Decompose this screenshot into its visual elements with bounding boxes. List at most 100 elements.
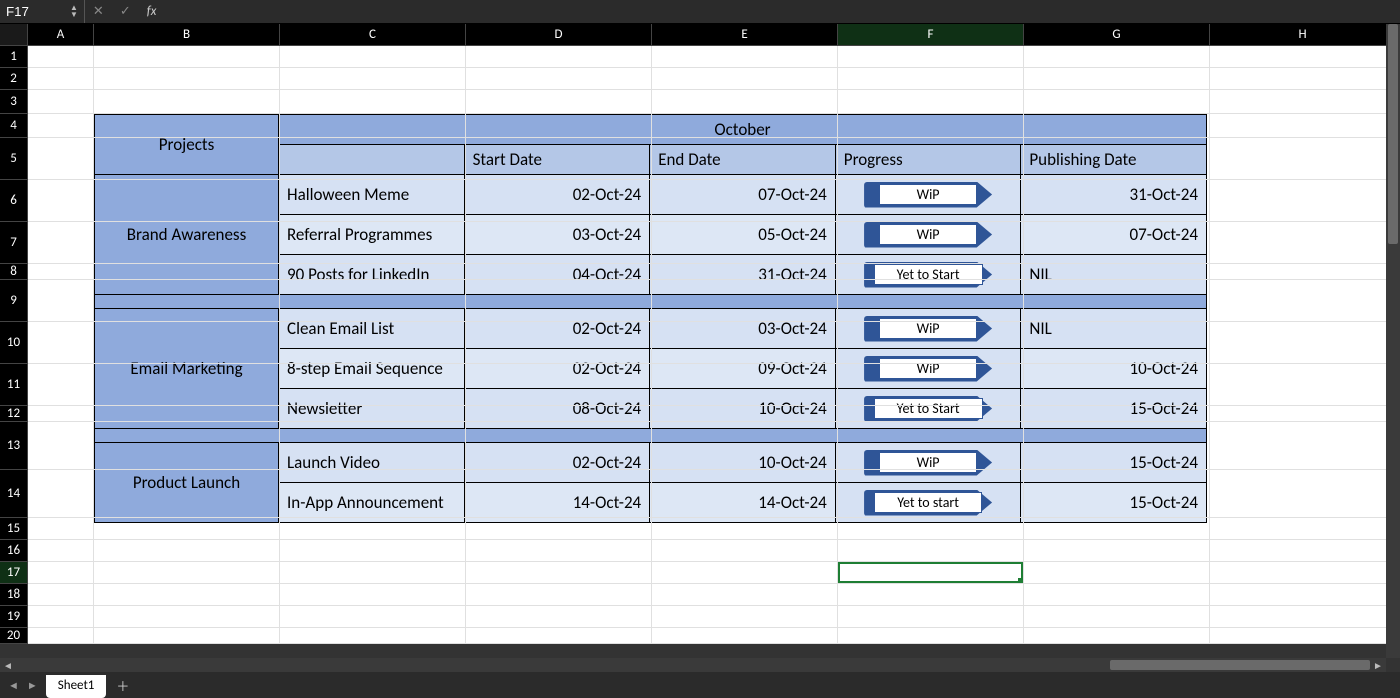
task-cell[interactable]: Halloween Meme <box>279 175 465 215</box>
publish-cell[interactable]: NIL <box>1021 255 1207 295</box>
end-cell[interactable]: 10-Oct-24 <box>650 389 836 429</box>
projects-header[interactable]: Projects <box>95 115 279 175</box>
progress-badge: WiP <box>879 224 977 245</box>
accept-formula-button[interactable]: ✓ <box>112 0 139 23</box>
task-cell[interactable]: 8-step Email Sequence <box>279 349 465 389</box>
progress-cell[interactable]: WiP <box>835 443 1021 483</box>
select-all-corner[interactable] <box>0 24 28 46</box>
row-headers: 1234567891011121314151617181920 <box>0 46 28 644</box>
chevron-left-icon[interactable]: ◄ <box>8 679 19 692</box>
publish-cell[interactable]: 31-Oct-24 <box>1021 175 1207 215</box>
task-header[interactable] <box>279 145 465 175</box>
group-name[interactable]: Brand Awareness <box>95 175 279 295</box>
column-header[interactable]: H <box>1210 24 1396 46</box>
start-cell[interactable]: 02-Oct-24 <box>464 443 650 483</box>
cancel-formula-button[interactable]: ✕ <box>85 0 112 23</box>
task-cell[interactable]: 90 Posts for LinkedIn <box>279 255 465 295</box>
column-header[interactable]: E <box>652 24 838 46</box>
progress-badge: WiP <box>879 358 977 379</box>
publish-cell[interactable]: 15-Oct-24 <box>1021 389 1207 429</box>
cell-selection <box>838 562 1023 583</box>
name-box-spinner[interactable]: ▲ ▼ <box>64 5 84 19</box>
formula-input[interactable] <box>164 0 1400 23</box>
row-header[interactable]: 8 <box>0 264 28 280</box>
row-header[interactable]: 14 <box>0 470 28 518</box>
progress-badge: Yet to start <box>874 492 982 513</box>
progress-header[interactable]: Progress <box>835 145 1021 175</box>
group-name[interactable]: Product Launch <box>95 443 279 523</box>
horizontal-scrollbar[interactable]: ◄ ► <box>0 658 1386 672</box>
row-header[interactable]: 20 <box>0 628 28 644</box>
row-header[interactable]: 3 <box>0 90 28 114</box>
progress-cell[interactable]: WiP <box>835 349 1021 389</box>
formula-bar: ▲ ▼ ✕ ✓ fx <box>0 0 1400 24</box>
row-header[interactable]: 6 <box>0 180 28 222</box>
check-icon: ✓ <box>120 4 131 19</box>
progress-cell[interactable]: WiP <box>835 309 1021 349</box>
plus-icon: ＋ <box>116 676 129 695</box>
scrollbar-thumb[interactable] <box>1110 660 1370 670</box>
end-cell[interactable]: 10-Oct-24 <box>650 443 836 483</box>
publish-cell[interactable]: NIL <box>1021 309 1207 349</box>
sheet-tab-bar: ◄ ► Sheet1 ＋ <box>0 672 1400 698</box>
row-header[interactable]: 16 <box>0 540 28 562</box>
chevron-right-icon[interactable]: ► <box>27 679 38 692</box>
publish-cell[interactable]: 15-Oct-24 <box>1021 443 1207 483</box>
column-header[interactable]: A <box>28 24 94 46</box>
column-headers: ABCDEFGH <box>0 24 1400 46</box>
start-cell[interactable]: 02-Oct-24 <box>464 309 650 349</box>
task-cell[interactable]: Newsletter <box>279 389 465 429</box>
name-box[interactable] <box>0 0 64 23</box>
group-name[interactable]: Email Marketing <box>95 309 279 429</box>
publish-cell[interactable]: 10-Oct-24 <box>1021 349 1207 389</box>
row-header[interactable]: 19 <box>0 606 28 628</box>
end-cell[interactable]: 09-Oct-24 <box>650 349 836 389</box>
row-header[interactable]: 13 <box>0 422 28 470</box>
end-cell[interactable]: 03-Oct-24 <box>650 309 836 349</box>
column-header[interactable]: F <box>838 24 1024 46</box>
vertical-scrollbar[interactable] <box>1386 24 1400 658</box>
task-cell[interactable]: Clean Email List <box>279 309 465 349</box>
row-header[interactable]: 17 <box>0 562 28 584</box>
end-cell[interactable]: 31-Oct-24 <box>650 255 836 295</box>
column-header[interactable]: D <box>466 24 652 46</box>
row-header[interactable]: 2 <box>0 68 28 90</box>
row-header[interactable]: 18 <box>0 584 28 606</box>
cells-area[interactable]: Projects October Start Date End Date Pro… <box>28 46 1400 644</box>
progress-cell[interactable]: Yet to Start <box>835 389 1021 429</box>
add-sheet-button[interactable]: ＋ <box>106 672 139 698</box>
fx-label[interactable]: fx <box>139 4 165 19</box>
sheet-tab-active[interactable]: Sheet1 <box>46 675 107 698</box>
row-header[interactable]: 10 <box>0 322 28 364</box>
spreadsheet-grid[interactable]: ABCDEFGH 1234567891011121314151617181920… <box>0 24 1400 672</box>
task-cell[interactable]: Launch Video <box>279 443 465 483</box>
tab-nav[interactable]: ◄ ► <box>0 672 46 698</box>
scrollbar-thumb[interactable] <box>1388 24 1398 244</box>
start-cell[interactable]: 02-Oct-24 <box>464 349 650 389</box>
start-cell[interactable]: 08-Oct-24 <box>464 389 650 429</box>
progress-cell[interactable]: WiP <box>835 175 1021 215</box>
row-header[interactable]: 12 <box>0 406 28 422</box>
start-header[interactable]: Start Date <box>464 145 650 175</box>
progress-cell[interactable]: Yet to Start <box>835 255 1021 295</box>
end-cell[interactable]: 07-Oct-24 <box>650 175 836 215</box>
month-header[interactable]: October <box>279 115 1207 145</box>
row-header[interactable]: 4 <box>0 114 28 138</box>
row-header[interactable]: 11 <box>0 364 28 406</box>
row-header[interactable]: 1 <box>0 46 28 68</box>
row-header[interactable]: 7 <box>0 222 28 264</box>
close-icon: ✕ <box>93 4 104 19</box>
end-header[interactable]: End Date <box>650 145 836 175</box>
start-cell[interactable]: 04-Oct-24 <box>464 255 650 295</box>
row-header[interactable]: 9 <box>0 280 28 322</box>
row-header[interactable]: 5 <box>0 138 28 180</box>
scroll-right-icon[interactable]: ► <box>1370 659 1386 672</box>
start-cell[interactable]: 02-Oct-24 <box>464 175 650 215</box>
row-header[interactable]: 15 <box>0 518 28 540</box>
column-header[interactable]: G <box>1024 24 1210 46</box>
column-header[interactable]: C <box>280 24 466 46</box>
scroll-left-icon[interactable]: ◄ <box>0 659 16 672</box>
progress-badge: Yet to Start <box>874 264 983 285</box>
publish-header[interactable]: Publishing Date <box>1021 145 1207 175</box>
column-header[interactable]: B <box>94 24 280 46</box>
